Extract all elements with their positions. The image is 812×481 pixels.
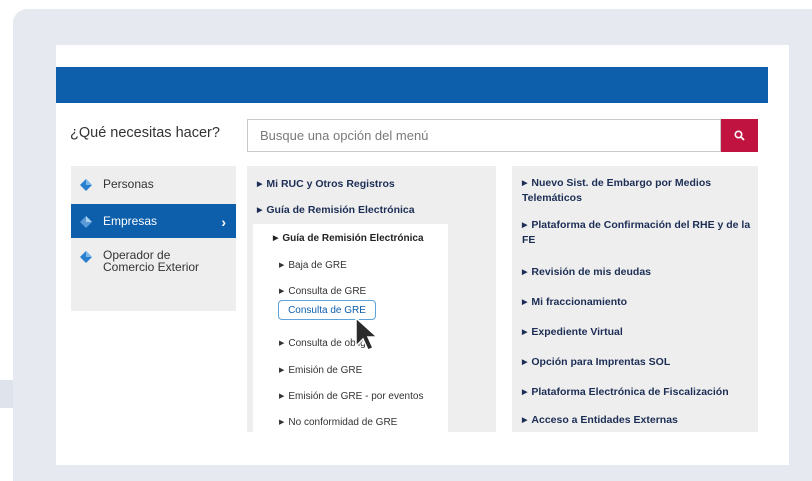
search-input[interactable] [258, 127, 720, 144]
submenu-item-consulta[interactable]: ▶ Consulta de GRE [279, 285, 366, 298]
search-box[interactable] [247, 119, 721, 152]
menu-item-confirmacion-rhe[interactable]: ▶ Plataforma de Confirmación del RHE y de… [522, 218, 754, 247]
sidebar-item-operador[interactable]: Operador de Comercio Exterior [71, 246, 236, 282]
triangle-right-icon: ▶ [279, 262, 285, 269]
menu-item-expediente-virtual[interactable]: ▶ Expediente Virtual [522, 325, 623, 340]
sidebar-item-label: Personas [103, 177, 154, 191]
triangle-right-icon: ▶ [522, 359, 528, 366]
triangle-right-icon: ▶ [522, 299, 528, 306]
screenshot-frame: ¿Qué necesitas hacer? Personas [13, 9, 812, 481]
diamond-icon [80, 216, 92, 228]
submenu-item-emision[interactable]: ▶ Emisión de GRE [279, 364, 362, 377]
triangle-right-icon: ▶ [522, 389, 528, 396]
submenu-panel: ▶ Guía de Remisión Electrónica ▶ Baja de G… [253, 224, 448, 438]
menu-item-fraccionamiento[interactable]: ▶ Mi fraccionamiento [522, 295, 627, 310]
menu-item-mi-ruc[interactable]: ▶ Mi RUC y Otros Registros [257, 177, 395, 192]
search-button[interactable] [721, 119, 758, 152]
category-sidebar: Personas Empresas › Operador de Comercio… [71, 166, 236, 311]
page-card: ¿Qué necesitas hacer? Personas [56, 45, 789, 465]
menu-item-guia-remision[interactable]: ▶ Guía de Remisión Electrónica [257, 203, 415, 218]
triangle-right-icon: ▶ [522, 329, 528, 336]
triangle-right-icon: ▶ [273, 235, 279, 242]
triangle-right-icon: ▶ [279, 419, 285, 426]
menu-column-left: ▶ Mi RUC y Otros Registros ▶ Guía de Remis… [247, 166, 496, 438]
menu-item-entidades-externas[interactable]: ▶ Acceso a Entidades Externas [522, 413, 678, 428]
submenu-item-emision-eventos[interactable]: ▶ Emisión de GRE - por eventos [279, 390, 423, 403]
triangle-right-icon: ▶ [279, 393, 285, 400]
mouse-pointer-icon [355, 316, 379, 351]
diamond-icon [80, 251, 92, 263]
sidebar-item-label: Comercio Exterior [103, 260, 200, 274]
triangle-right-icon: ▶ [279, 340, 285, 347]
menu-item-revision-deudas[interactable]: ▶ Revisión de mis deudas [522, 265, 651, 280]
search-icon [734, 130, 745, 141]
chevron-right-icon: › [221, 214, 226, 230]
menu-item-imprentas-sol[interactable]: ▶ Opción para Imprentas SOL [522, 355, 670, 370]
question-heading: ¿Qué necesitas hacer? [70, 125, 220, 141]
triangle-right-icon: ▶ [279, 367, 285, 374]
menu-item-fiscalizacion[interactable]: ▶ Plataforma Electrónica de Fiscalización [522, 385, 729, 400]
sidebar-item-label: Empresas [103, 214, 158, 228]
triangle-right-icon: ▶ [257, 207, 263, 214]
diamond-icon [80, 179, 92, 191]
triangle-right-icon: ▶ [522, 222, 528, 229]
triangle-right-icon: ▶ [257, 181, 263, 188]
menu-column-right: ▶ Nuevo Sist. de Embargo por Medios Telem… [512, 166, 758, 432]
top-blue-bar [56, 67, 768, 103]
submenu-item-no-conformidad[interactable]: ▶ No conformidad de GRE [279, 416, 397, 429]
submenu-title[interactable]: ▶ Guía de Remisión Electrónica [273, 232, 424, 245]
triangle-right-icon: ▶ [522, 269, 528, 276]
triangle-right-icon: ▶ [522, 180, 528, 187]
submenu-item-baja[interactable]: ▶ Baja de GRE [279, 259, 347, 272]
triangle-right-icon: ▶ [279, 288, 285, 295]
triangle-right-icon: ▶ [522, 417, 528, 424]
sidebar-item-personas[interactable]: Personas [71, 174, 236, 194]
menu-item-embargo[interactable]: ▶ Nuevo Sist. de Embargo por Medios Telem… [522, 176, 752, 205]
sidebar-item-empresas[interactable]: Empresas › [71, 204, 236, 238]
